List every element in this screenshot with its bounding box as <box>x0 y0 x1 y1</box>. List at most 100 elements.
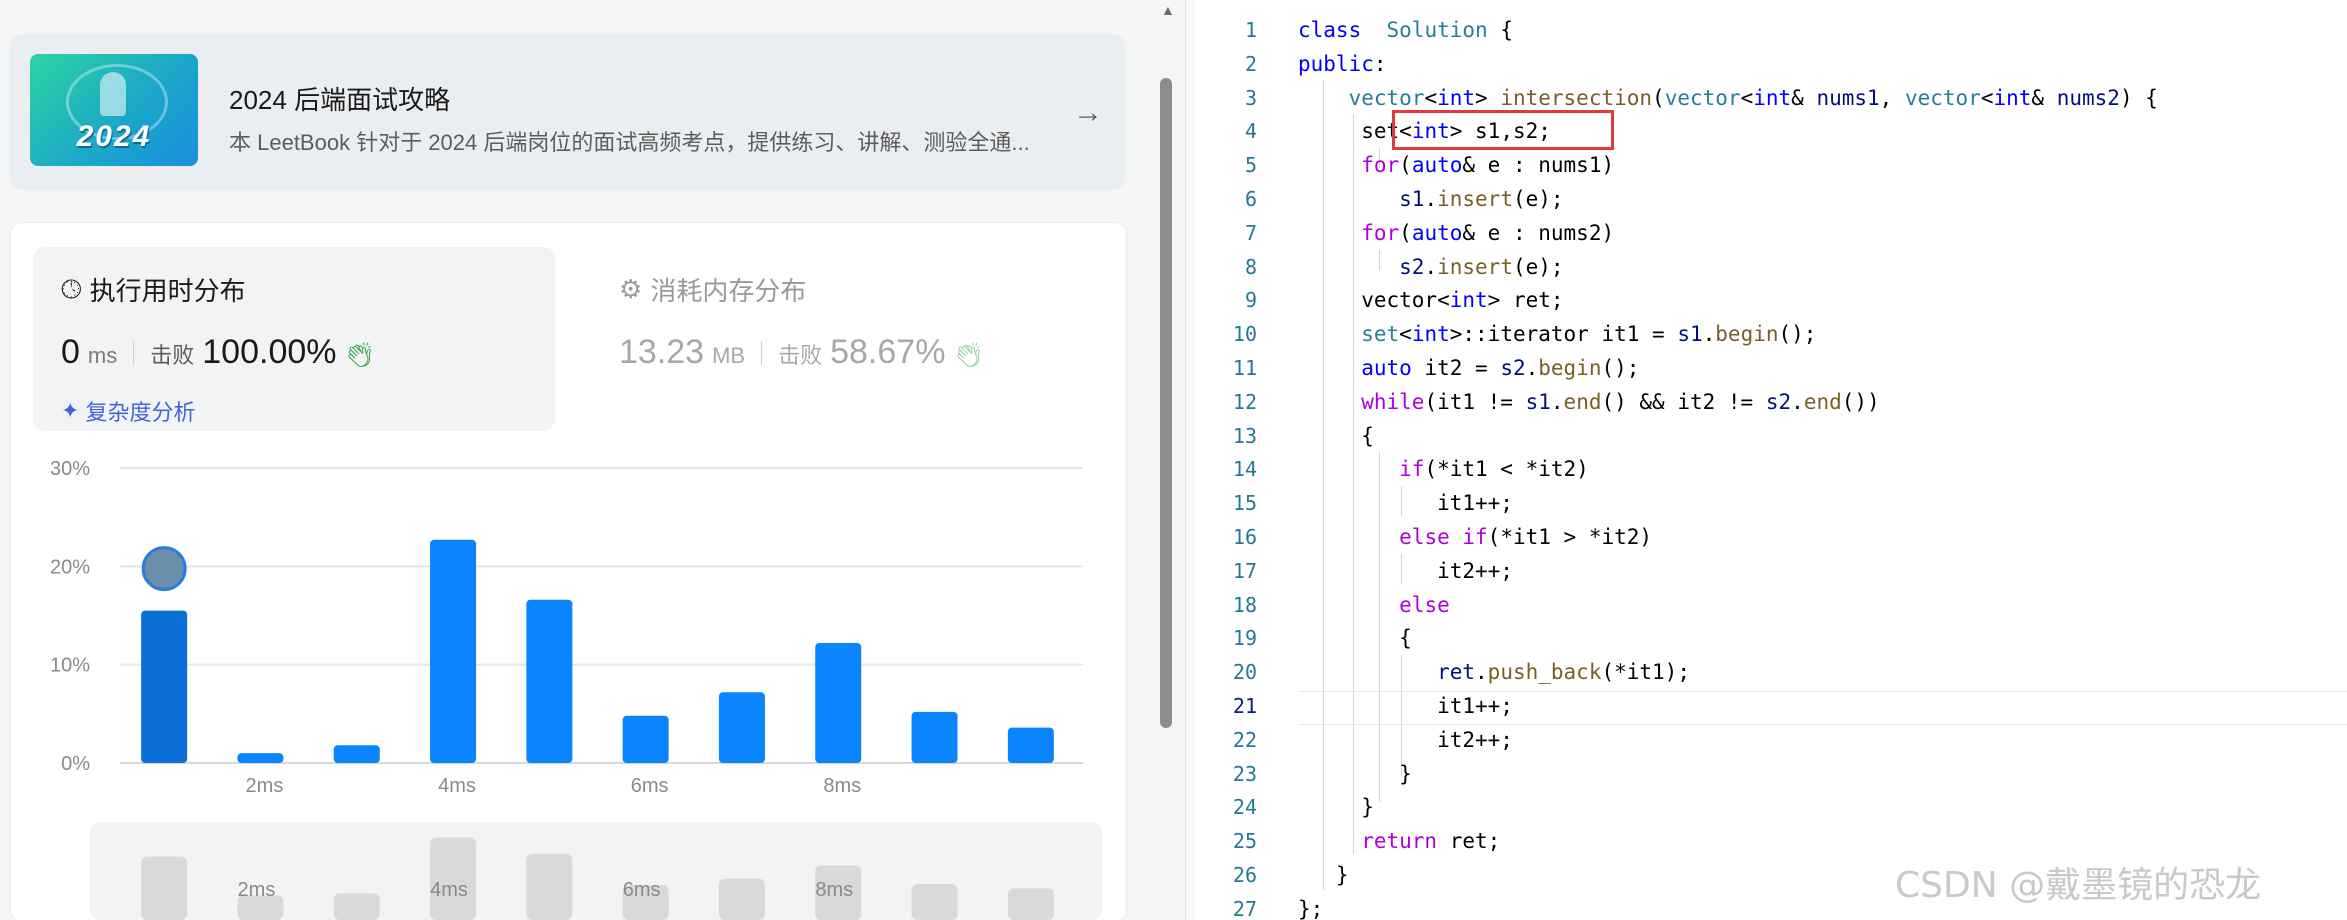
code-line[interactable]: 24 } <box>1195 790 2347 824</box>
line-number: 11 <box>1232 356 1257 380</box>
y-tick-label: 30% <box>50 458 90 480</box>
code-token: (it1 != <box>1424 389 1526 414</box>
line-number: 23 <box>1232 761 1257 786</box>
code-line[interactable]: 15 it1++; <box>1195 486 2347 520</box>
code-line[interactable]: 21 it1++; <box>1195 689 2347 723</box>
code-token: vector <box>1904 85 1981 110</box>
code-text: else if(*it1 > *it2) <box>1298 520 1652 554</box>
code-line[interactable]: 2 public: <box>1195 47 2347 81</box>
line-number: 4 <box>1244 119 1257 144</box>
line-number: 8 <box>1244 254 1257 279</box>
runtime-distribution-chart: 30% 20% 10% 0% 2ms 4ms 6ms 8ms 2ms 4ms 6ms 8ms <box>50 458 1102 920</box>
y-tick-label: 0% <box>61 753 90 775</box>
code-line[interactable]: 20 ret.push_back(*it1); <box>1195 655 2347 689</box>
code-token: s1 <box>1399 187 1425 211</box>
line-number: 18 <box>1232 592 1257 617</box>
overview-bar <box>718 878 765 920</box>
code-text: it1++; <box>1298 486 1513 520</box>
code-token: ( <box>1399 153 1412 178</box>
code-line[interactable]: 16 else if(*it1 > *it2) <box>1195 520 2347 554</box>
chart-bar <box>237 753 284 763</box>
code-token: } <box>1298 795 1374 820</box>
code-editor[interactable]: 1 class Solution {2 public: 3 vector<int> i… <box>1195 0 2347 920</box>
code-token: s1 <box>1525 389 1551 414</box>
code-text: auto it2 = s2.begin(); <box>1298 351 1639 385</box>
code-token: end <box>1563 389 1602 414</box>
code-token: it1++; <box>1298 694 1513 718</box>
code-token: { <box>1298 626 1412 651</box>
code-line[interactable]: 5 for(auto& e : nums1) <box>1195 148 2347 182</box>
code-token: while <box>1361 389 1425 414</box>
code-token: s2 <box>1500 356 1526 380</box>
code-line[interactable]: 10 set<int>::iterator it1 = s1.begin(); <box>1195 317 2347 351</box>
code-token: s2 <box>1765 389 1792 414</box>
leetcode-result-pane: ▲ 2024 2024 后端面试攻略 本 LeetBook 针对于 2024 后… <box>0 0 1185 920</box>
code-token: & e : nums2) <box>1462 220 1615 245</box>
code-token: (*it1 < *it2) <box>1424 457 1589 482</box>
line-number: 10 <box>1232 322 1257 347</box>
code-token: ) { <box>2119 85 2158 110</box>
code-line[interactable]: 6 s1.insert(e); <box>1195 182 2347 216</box>
code-token: for <box>1361 153 1400 178</box>
code-token: if <box>1399 457 1425 482</box>
code-line[interactable]: 1 class Solution { <box>1195 13 2347 47</box>
code-line[interactable]: 3 vector<int> intersection(vector<int& n… <box>1195 81 2347 115</box>
line-number: 21 <box>1232 694 1257 718</box>
code-line[interactable]: 9 vector<int> ret; <box>1195 283 2347 317</box>
code-token: . <box>1525 356 1539 380</box>
code-token: it2 = <box>1411 356 1501 380</box>
code-token: ( <box>1652 85 1665 110</box>
y-tick-label: 20% <box>50 556 90 578</box>
line-number: 15 <box>1232 491 1257 516</box>
chart-bar <box>815 643 862 763</box>
line-number: 6 <box>1244 187 1257 211</box>
code-line[interactable]: 8 s2.insert(e); <box>1195 250 2347 284</box>
line-number: 26 <box>1232 863 1257 887</box>
code-line[interactable]: 7 for(auto& e : nums2) <box>1195 216 2347 250</box>
code-token: nums2 <box>2056 85 2120 110</box>
code-line[interactable]: 13 { <box>1195 419 2347 453</box>
chart-bar <box>430 539 477 763</box>
code-token: end <box>1803 389 1842 414</box>
code-line[interactable]: 25 return ret; <box>1195 824 2347 858</box>
watermark: CSDN @戴墨镜的恐龙 <box>1895 865 2262 906</box>
code-token: ( <box>1399 220 1412 245</box>
code-token: else <box>1399 592 1450 617</box>
code-text: } <box>1298 790 1374 824</box>
code-line[interactable]: 14 if(*it1 < *it2) <box>1195 452 2347 486</box>
line-number: 19 <box>1232 626 1257 651</box>
code-token: insert <box>1437 254 1513 279</box>
code-token: ret; <box>1437 829 1501 854</box>
code-line[interactable]: 4 set<int> s1,s2; <box>1195 114 2347 148</box>
code-text: { <box>1298 419 1374 453</box>
code-line[interactable]: 18 else <box>1195 588 2347 622</box>
code-line[interactable]: 17 it2++; <box>1195 554 2347 588</box>
overview-tick-label: 8ms <box>815 879 853 901</box>
code-line[interactable]: 11 auto it2 = s2.begin(); <box>1195 351 2347 385</box>
code-token: ret <box>1437 660 1476 685</box>
code-token: (*it1 > *it2) <box>1487 525 1653 549</box>
code-token: vector< <box>1361 288 1450 313</box>
code-token: >::iterator it1 = <box>1449 322 1678 347</box>
code-token: int <box>1449 288 1488 313</box>
x-tick-label: 6ms <box>631 775 669 797</box>
code-line[interactable]: 22 it2++; <box>1195 723 2347 757</box>
chart-bar <box>911 711 958 763</box>
code-line[interactable]: 19 { <box>1195 621 2347 655</box>
code-token: int <box>1411 322 1450 347</box>
line-number: 22 <box>1232 727 1257 752</box>
code-token: auto <box>1411 153 1463 178</box>
line-number: 16 <box>1232 525 1257 549</box>
code-text: for(auto& e : nums1) <box>1298 148 1614 182</box>
code-line[interactable]: 23 } <box>1195 757 2347 791</box>
code-token: vector <box>1664 85 1741 110</box>
line-number: 9 <box>1244 288 1257 313</box>
line-number: 1 <box>1244 18 1257 42</box>
code-line[interactable]: 12 while(it1 != s1.end() && it2 != s2.en… <box>1195 385 2347 419</box>
line-number: 24 <box>1232 795 1257 820</box>
code-token: auto <box>1361 356 1412 380</box>
code-text: if(*it1 < *it2) <box>1298 452 1589 486</box>
line-number: 5 <box>1244 153 1257 178</box>
